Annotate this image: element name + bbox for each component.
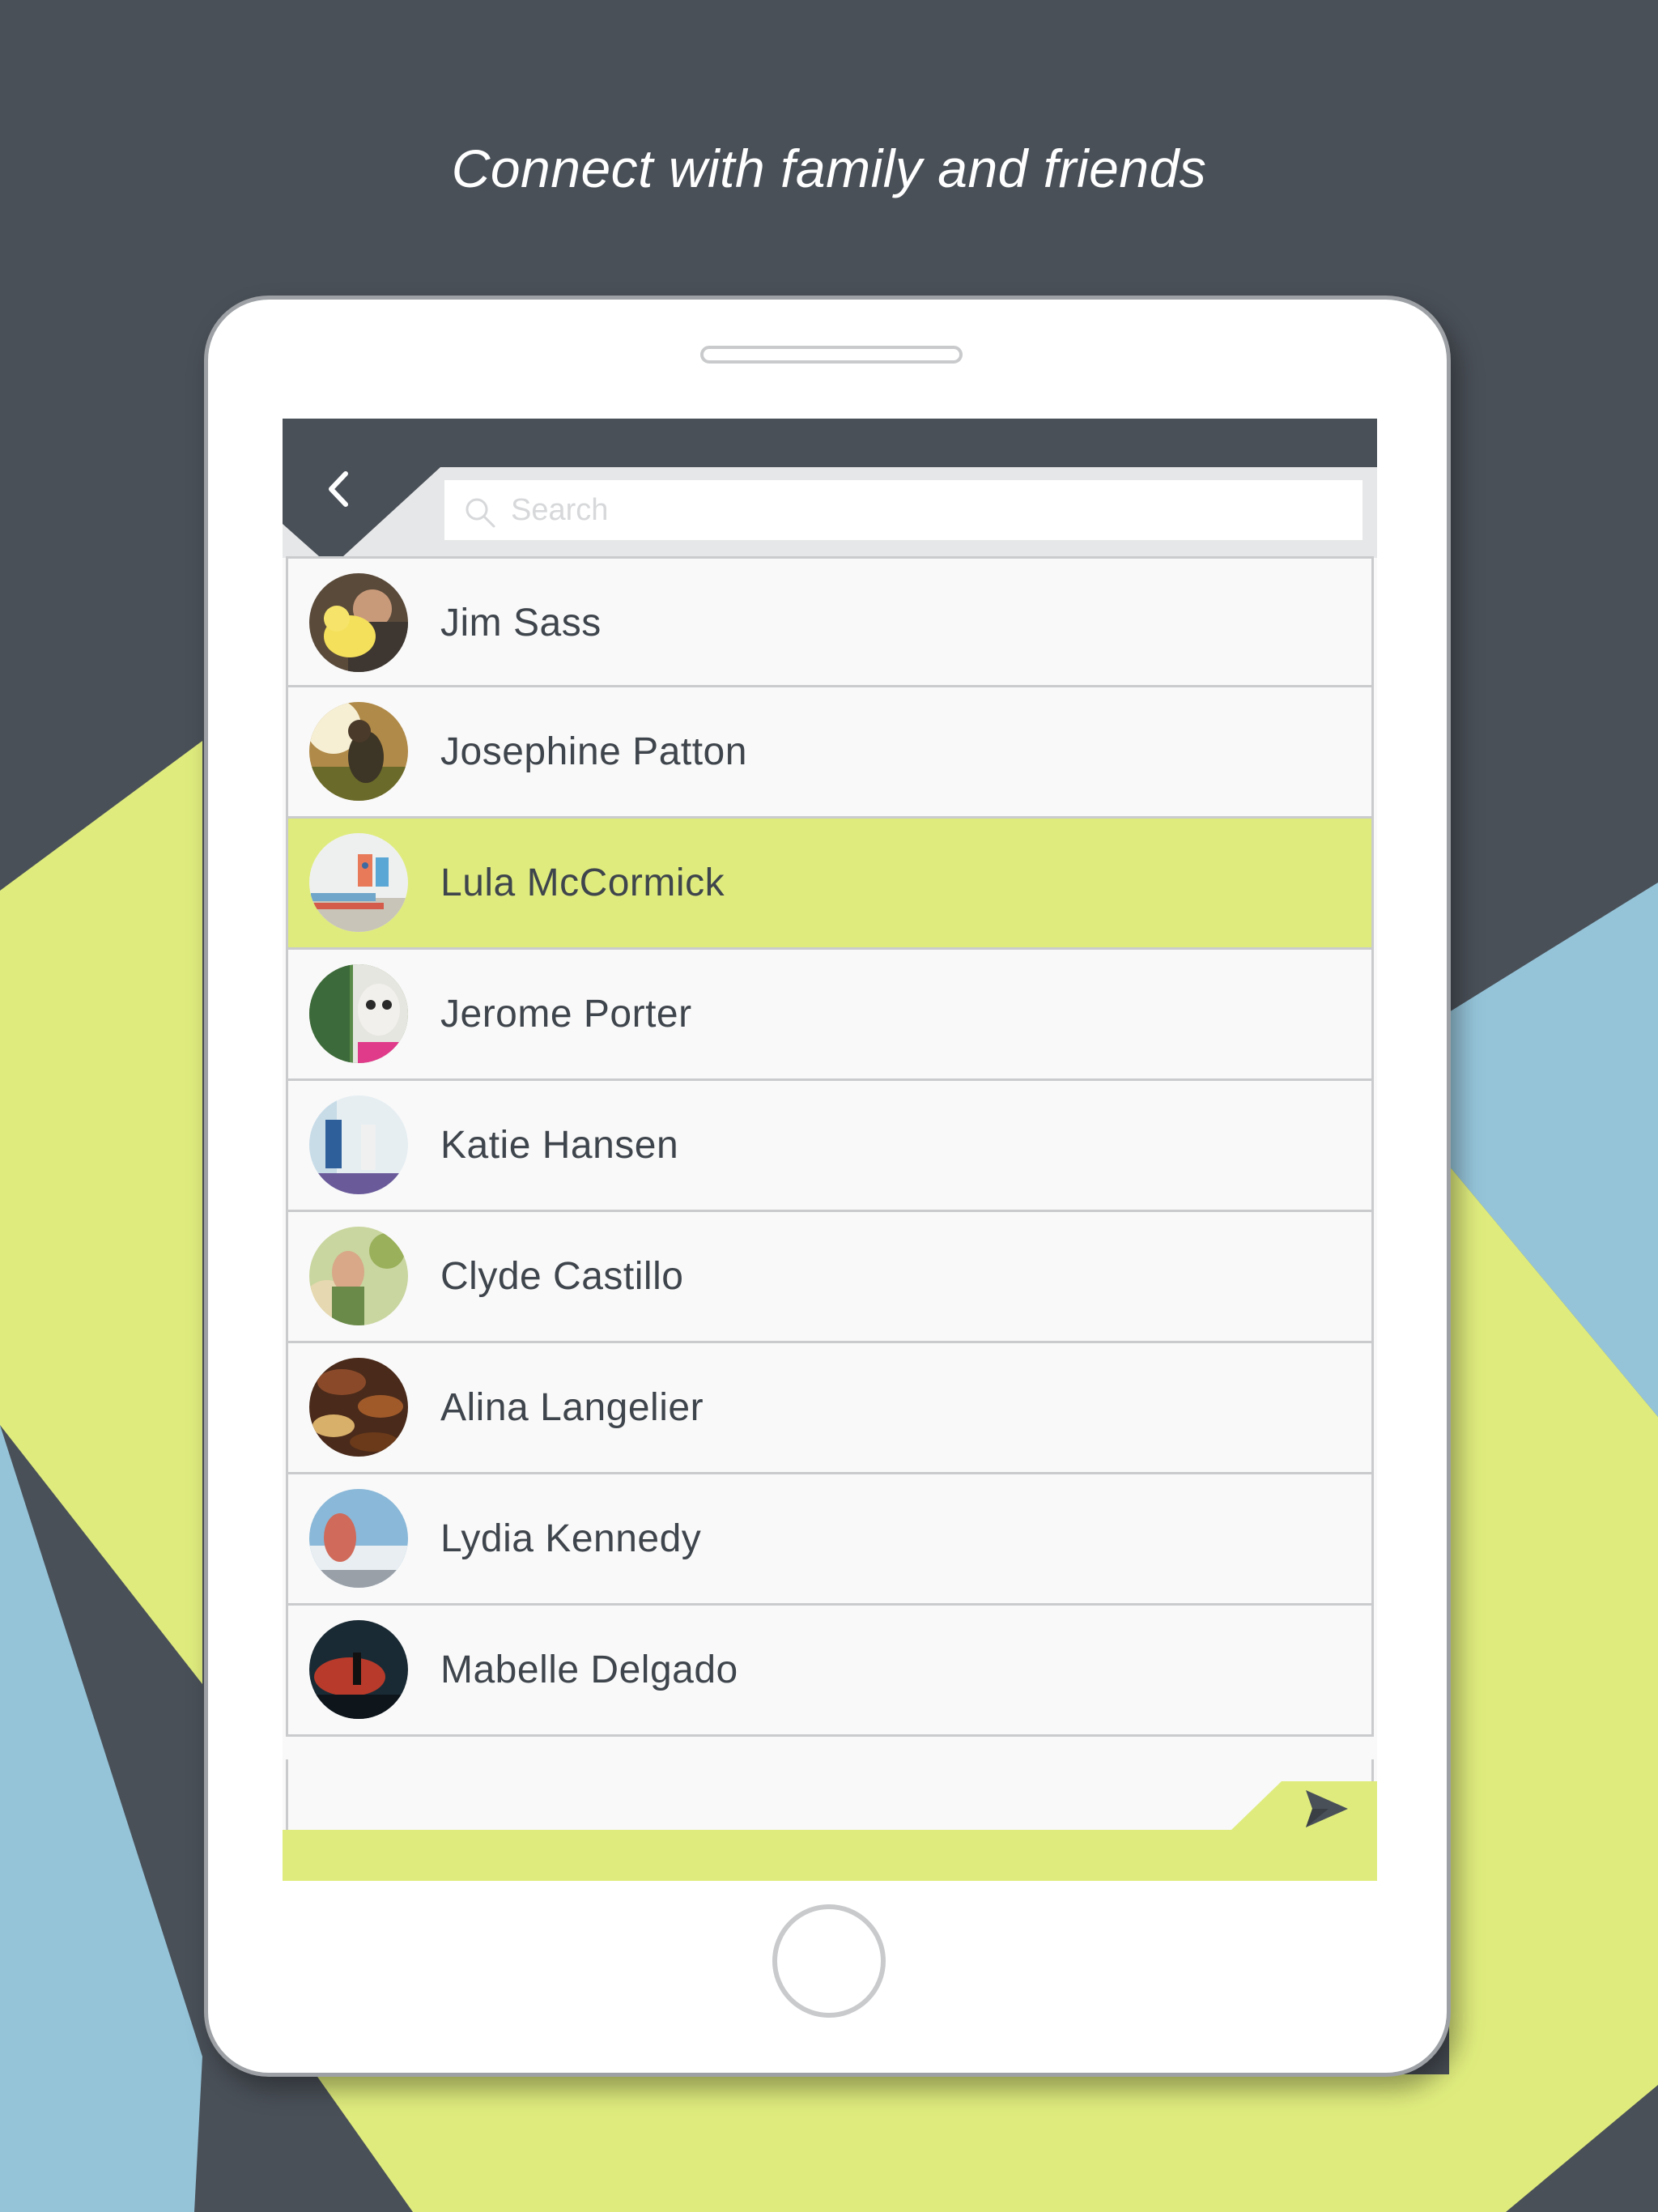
contact-row[interactable]: Alina Langelier (286, 1343, 1374, 1474)
contact-row[interactable]: Lula McCormick (286, 819, 1374, 950)
home-button[interactable] (772, 1904, 886, 2018)
avatar (309, 702, 408, 801)
contact-row[interactable]: Katie Hansen (286, 1081, 1374, 1212)
chevron-left-icon[interactable] (325, 469, 352, 509)
search-input[interactable]: Search (444, 480, 1363, 540)
contact-name: Katie Hansen (440, 1124, 679, 1167)
app-screen: Search Jim Sass Josephine Patton Lula Mc… (283, 419, 1377, 1881)
search-icon (466, 498, 495, 528)
avatar (309, 1358, 408, 1457)
avatar (309, 573, 408, 672)
avatar (309, 1489, 408, 1588)
search-placeholder: Search (511, 493, 609, 527)
contact-name: Josephine Patton (440, 730, 747, 773)
contact-name: Lula McCormick (440, 861, 725, 904)
headline: Connect with family and friends (451, 138, 1207, 198)
footer-bar (283, 1781, 1377, 1881)
contact-row[interactable]: Josephine Patton (286, 687, 1374, 819)
contact-name: Clyde Castillo (440, 1255, 684, 1298)
avatar (309, 1227, 408, 1325)
contact-row[interactable]: Jerome Porter (286, 950, 1374, 1081)
paper-plane-icon[interactable] (1304, 1789, 1350, 1829)
tablet-speaker (700, 346, 963, 364)
tablet-frame: Search Jim Sass Josephine Patton Lula Mc… (204, 296, 1451, 2077)
contact-row[interactable]: Lydia Kennedy (286, 1474, 1374, 1606)
contact-row[interactable]: Clyde Castillo (286, 1212, 1374, 1343)
back-tab[interactable] (283, 419, 444, 564)
avatar (309, 833, 408, 932)
contact-row[interactable]: Jim Sass (286, 556, 1374, 687)
contact-row[interactable]: Mabelle Delgado (286, 1606, 1374, 1737)
contact-list: Jim Sass Josephine Patton Lula McCormick… (286, 556, 1374, 1737)
avatar (309, 964, 408, 1063)
contact-name: Mabelle Delgado (440, 1648, 738, 1691)
app-header-bar (283, 419, 1377, 467)
contact-name: Alina Langelier (440, 1386, 704, 1429)
contact-name: Jerome Porter (440, 993, 692, 1036)
contact-name: Lydia Kennedy (440, 1517, 702, 1560)
avatar (309, 1620, 408, 1719)
contact-name: Jim Sass (440, 602, 602, 644)
avatar (309, 1095, 408, 1194)
